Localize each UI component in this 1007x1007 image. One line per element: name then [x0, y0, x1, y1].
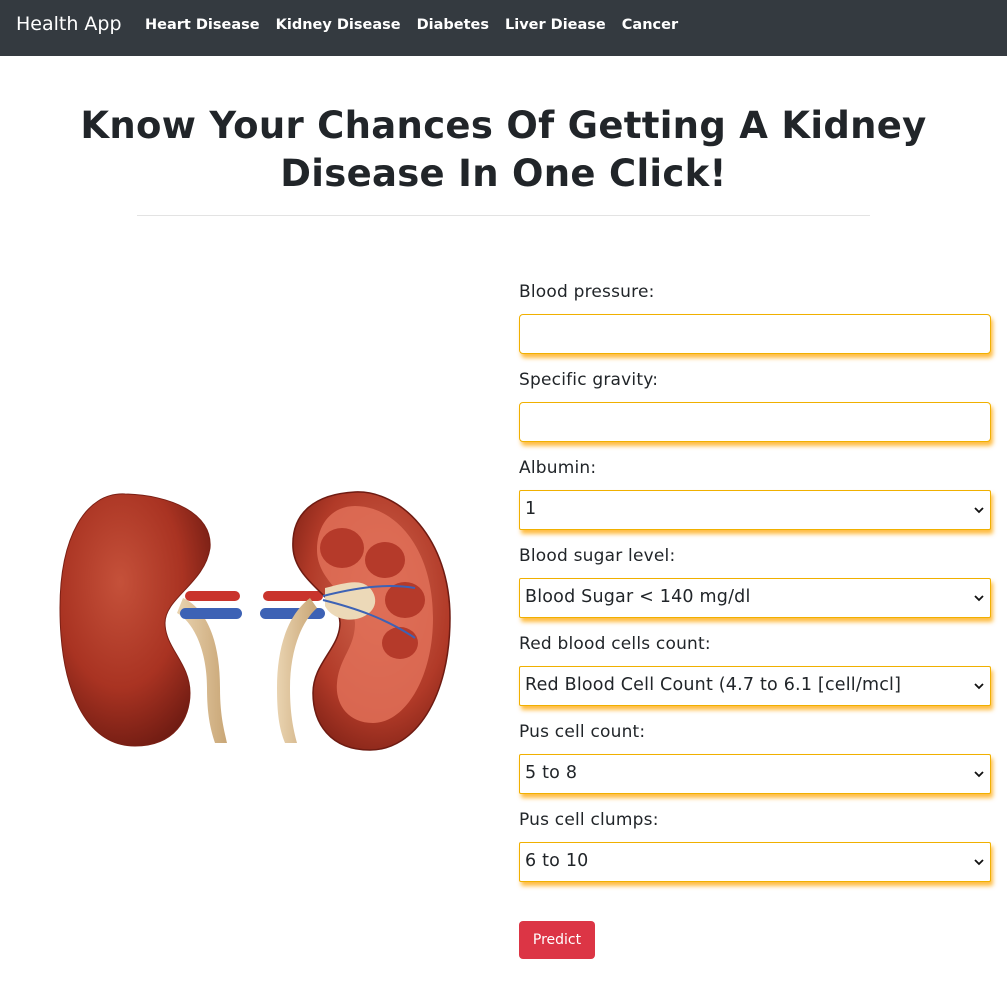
- divider: [137, 215, 870, 216]
- blood-sugar-select[interactable]: Blood Sugar < 140 mg/dl: [519, 578, 991, 618]
- nav-link-diabetes[interactable]: Diabetes: [417, 17, 489, 33]
- brand-logo[interactable]: Health App: [16, 13, 122, 35]
- page-title: Know Your Chances Of Getting A Kidney Di…: [80, 104, 927, 195]
- pus-cell-count-selected-value: 5 to 8: [525, 763, 578, 783]
- red-blood-cells-label: Red blood cells count:: [519, 634, 711, 654]
- pus-cell-clumps-selected-value: 6 to 10: [525, 851, 589, 871]
- chevron-down-icon: [974, 683, 984, 690]
- kidney-prediction-form: Blood pressure: Specific gravity: Albumi…: [519, 282, 993, 898]
- nav-link-cancer[interactable]: Cancer: [622, 17, 678, 33]
- nav-link-kidney-disease[interactable]: Kidney Disease: [276, 17, 401, 33]
- red-blood-cells-select[interactable]: Red Blood Cell Count (4.7 to 6.1 [cell/m…: [519, 666, 991, 706]
- nav-links: Heart Disease Kidney Disease Diabetes Li…: [145, 17, 694, 33]
- nav-link-heart-disease[interactable]: Heart Disease: [145, 17, 260, 33]
- red-blood-cells-selected-value: Red Blood Cell Count (4.7 to 6.1 [cell/m…: [525, 675, 902, 695]
- kidney-illustration: [59, 491, 451, 751]
- albumin-selected-value: 1: [525, 499, 537, 519]
- chevron-down-icon: [974, 595, 984, 602]
- chevron-down-icon: [974, 771, 984, 778]
- blood-sugar-label: Blood sugar level:: [519, 546, 676, 566]
- blood-pressure-label: Blood pressure:: [519, 282, 655, 302]
- chevron-down-icon: [974, 507, 984, 514]
- nav-link-liver-disease[interactable]: Liver Diease: [505, 17, 606, 33]
- specific-gravity-input[interactable]: [519, 402, 991, 442]
- albumin-select[interactable]: 1: [519, 490, 991, 530]
- blood-pressure-input[interactable]: [519, 314, 991, 354]
- pus-cell-clumps-select[interactable]: 6 to 10: [519, 842, 991, 882]
- navbar: Health App Heart Disease Kidney Disease …: [0, 0, 1007, 56]
- blood-sugar-selected-value: Blood Sugar < 140 mg/dl: [525, 587, 751, 607]
- predict-button[interactable]: Predict: [519, 921, 595, 959]
- chevron-down-icon: [974, 859, 984, 866]
- specific-gravity-label: Specific gravity:: [519, 370, 659, 390]
- pus-cell-clumps-label: Pus cell clumps:: [519, 810, 659, 830]
- albumin-label: Albumin:: [519, 458, 597, 478]
- pus-cell-count-select[interactable]: 5 to 8: [519, 754, 991, 794]
- pus-cell-count-label: Pus cell count:: [519, 722, 646, 742]
